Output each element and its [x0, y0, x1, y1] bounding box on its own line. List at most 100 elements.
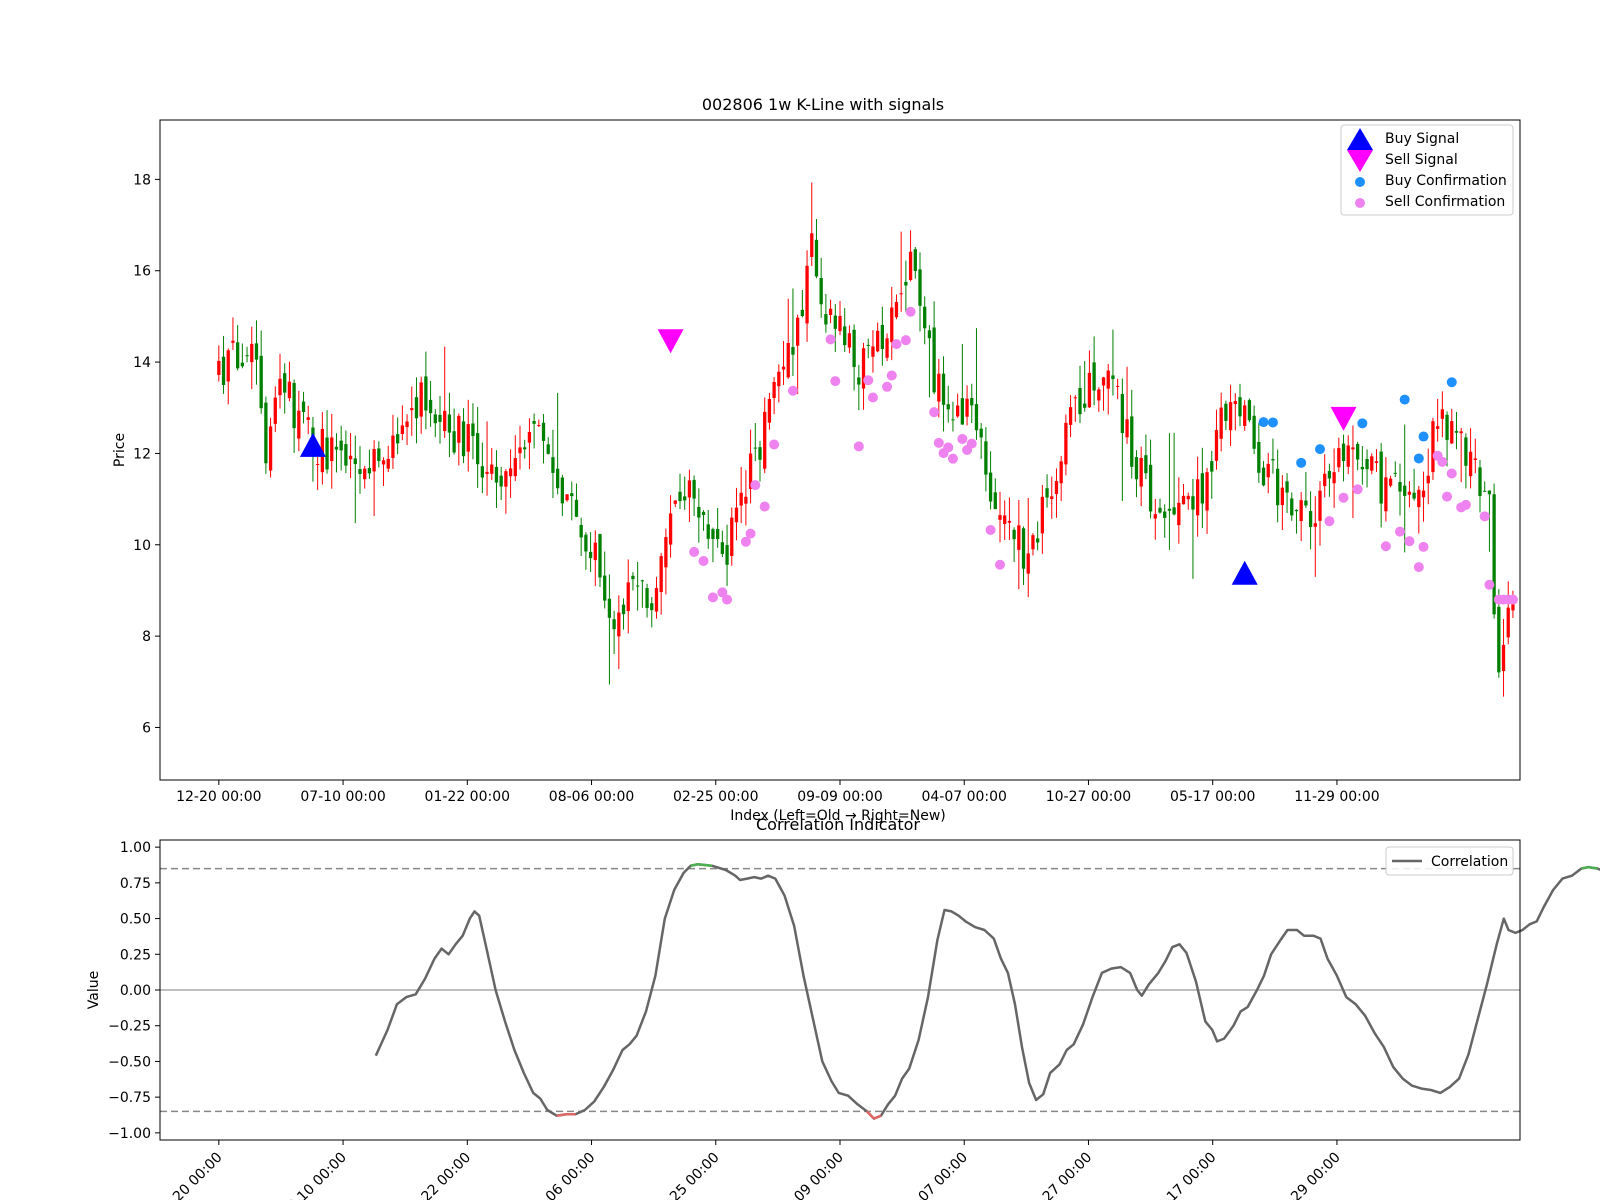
kline-y-tick-label: 10: [133, 538, 151, 554]
corr-y-tick-label: −1.00: [108, 1126, 151, 1142]
candle-body: [1233, 401, 1237, 405]
candle-body: [1054, 481, 1059, 495]
candle-body: [1097, 389, 1101, 401]
candle-body: [391, 435, 395, 458]
kline-title: 002806 1w K-Line with signals: [702, 95, 944, 114]
candle-body: [730, 517, 734, 557]
candle-body: [1290, 498, 1294, 516]
candle-body: [574, 499, 579, 517]
sell-confirmation-dot: [863, 375, 874, 386]
sell-confirmation-dot: [905, 306, 916, 317]
candle-body: [438, 414, 442, 422]
candle-body: [1280, 487, 1284, 506]
candle-body: [716, 528, 720, 539]
candle-body: [1365, 458, 1369, 470]
candle-body: [998, 515, 1002, 520]
candle-body: [1341, 443, 1346, 462]
sell-confirmation-dot: [957, 433, 968, 444]
candle-body: [678, 491, 682, 502]
candle-body: [970, 398, 974, 406]
candle-body: [645, 588, 649, 608]
candle-body: [537, 425, 541, 427]
candle-body: [913, 249, 917, 271]
candle-body: [584, 534, 588, 552]
candle-body: [946, 404, 950, 410]
candle-body: [1261, 467, 1266, 486]
corr-y-tick-label: −0.75: [108, 1090, 151, 1106]
candle-body: [1191, 496, 1195, 510]
candle-body: [1285, 481, 1289, 493]
candle-body: [330, 437, 334, 462]
candle-body: [217, 360, 221, 375]
candle-body: [904, 281, 908, 286]
candle-body: [471, 423, 475, 437]
candle-body: [433, 414, 437, 424]
candle-body: [1257, 441, 1261, 473]
candle-body: [640, 580, 644, 582]
candle-body: [796, 317, 800, 346]
candle-body: [598, 534, 602, 578]
candle-body: [1459, 431, 1463, 434]
candle-body: [231, 340, 235, 343]
candle-body: [1167, 508, 1172, 511]
candle-body: [612, 619, 616, 630]
sell-confirmation-dot: [750, 480, 761, 491]
candle-body: [353, 458, 357, 465]
kline-y-tick-label: 14: [133, 355, 151, 371]
candle-body: [424, 376, 428, 411]
candle-body: [1299, 500, 1303, 522]
above-threshold-segment: [697, 863, 712, 867]
candle-body: [1012, 529, 1016, 540]
candle-body: [744, 496, 748, 504]
candle-body: [466, 424, 470, 452]
candle-body: [781, 366, 786, 370]
candle-body: [297, 410, 301, 439]
candle-body: [941, 373, 946, 405]
above-threshold-segment: [1588, 865, 1598, 870]
candle-body: [1045, 488, 1049, 498]
candle-body: [654, 588, 659, 612]
candle-body: [1134, 457, 1139, 480]
candle-body: [1144, 455, 1148, 474]
sell-confirmation-dot: [985, 525, 996, 536]
candle-body: [1196, 479, 1200, 516]
candle-body: [659, 556, 663, 593]
candle-body: [603, 575, 607, 601]
candle-body: [984, 441, 988, 475]
candle-body: [1106, 370, 1110, 389]
candle-body: [1205, 472, 1209, 511]
kline-x-tick-label: 05-17 00:00: [1170, 789, 1255, 805]
candle-body: [1111, 375, 1115, 380]
sell-confirmation-dot: [900, 335, 911, 346]
sell-confirmation-dot: [1352, 484, 1363, 495]
candle-body: [410, 408, 414, 411]
candle-body: [518, 447, 522, 454]
candle-body: [339, 440, 343, 451]
candle-body: [1374, 461, 1379, 464]
candle-body: [1177, 502, 1181, 526]
candle-body: [1068, 407, 1073, 425]
candle-body: [664, 537, 668, 568]
candle-body: [979, 428, 983, 438]
candle-body: [1040, 496, 1044, 534]
candle-body: [871, 346, 875, 357]
legend-buy-confirmation-marker: [1355, 177, 1365, 187]
candle-body: [264, 402, 268, 464]
candle-body: [908, 251, 913, 280]
candle-body: [1388, 478, 1393, 486]
candle-body: [1247, 400, 1252, 421]
candle-body: [843, 326, 847, 346]
candle-body: [1017, 525, 1021, 550]
candle-body: [918, 269, 922, 306]
candle-body: [1224, 403, 1228, 421]
candle-body: [400, 425, 404, 434]
candle-body: [960, 398, 964, 425]
sell-confirmation-dot: [933, 437, 944, 448]
kline-x-tick-label: 02-25 00:00: [673, 789, 758, 805]
candle-body: [1021, 528, 1026, 569]
candle-body: [1431, 421, 1435, 473]
candle-body: [565, 494, 569, 501]
candle-body: [819, 278, 823, 305]
candle-body: [579, 524, 583, 538]
candle-body: [273, 397, 277, 424]
